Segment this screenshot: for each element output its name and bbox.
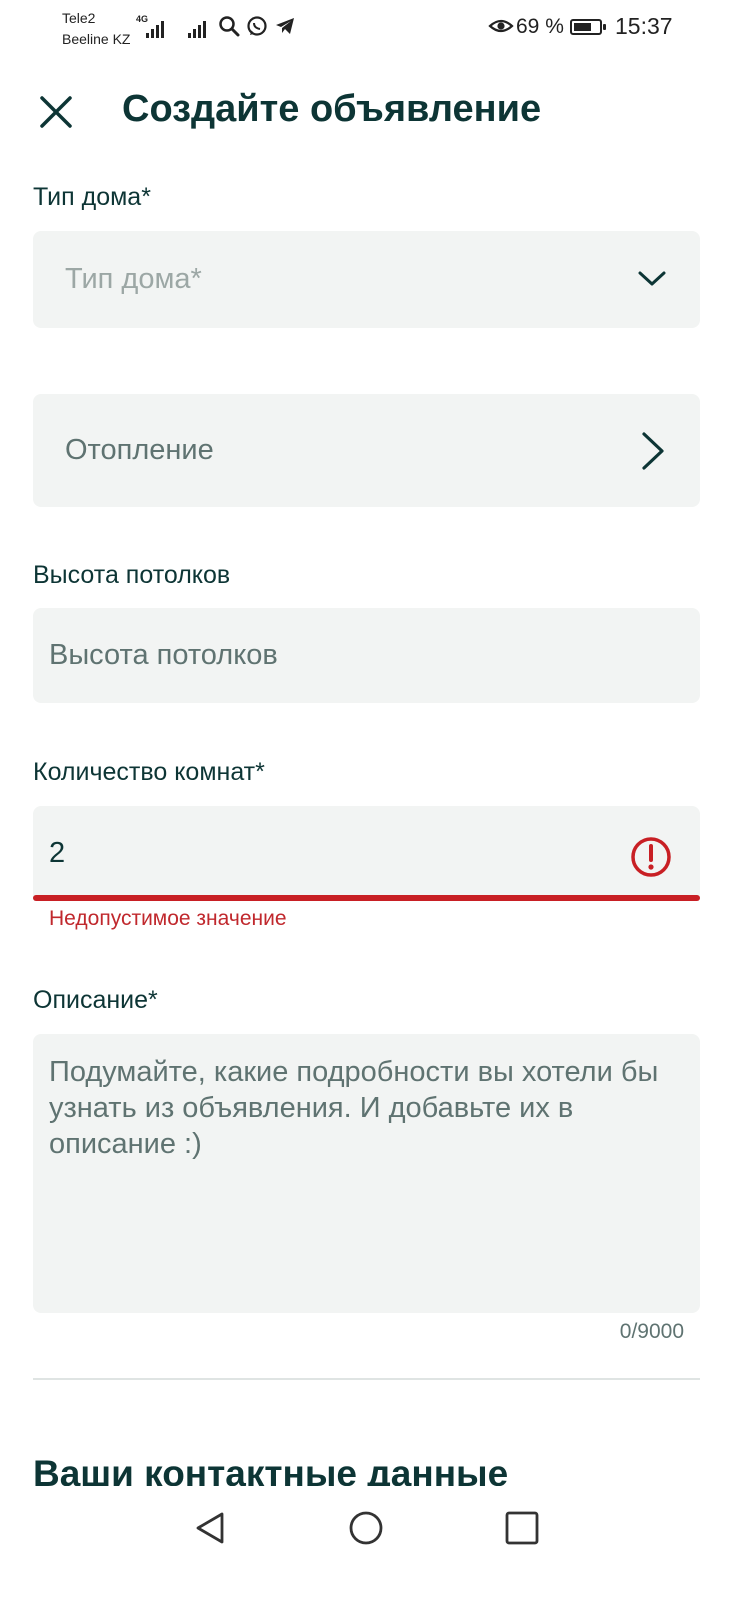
recent-apps-icon[interactable] <box>502 1508 542 1548</box>
telegram-icon <box>276 18 294 34</box>
rooms-value: 2 <box>49 837 66 869</box>
contacts-section-title: Ваши контактные данные <box>33 1453 509 1486</box>
error-icon <box>631 837 671 877</box>
eye-icon <box>488 19 514 33</box>
battery-level <box>574 23 591 31</box>
house-type-placeholder: Тип дома* <box>65 263 202 295</box>
system-nav-bar <box>0 1486 747 1600</box>
search-icon <box>219 16 240 37</box>
heating-row[interactable]: Отопление <box>33 394 700 507</box>
divider <box>33 1378 700 1380</box>
carrier-1: Tele2 <box>62 10 96 26</box>
status-bar: Tele2 Beeline KZ 4G 69 % 15:37 <box>0 0 747 58</box>
battery-icon <box>570 19 606 35</box>
ceiling-height-placeholder: Высота потолков <box>49 639 278 671</box>
chevron-down-icon <box>638 271 666 286</box>
rooms-input[interactable]: 2 <box>33 806 700 900</box>
chevron-right-icon <box>642 432 664 470</box>
heating-label: Отопление <box>65 434 214 466</box>
battery-percent: 69 % <box>516 15 564 38</box>
clock: 15:37 <box>615 13 673 39</box>
description-placeholder: Подумайте, какие подробности вы хотели б… <box>49 1056 659 1160</box>
description-label: Описание* <box>33 986 158 1014</box>
house-type-label: Тип дома* <box>33 183 151 211</box>
ceiling-height-label: Высота потолков <box>33 561 231 589</box>
rooms-label: Количество комнат* <box>33 758 265 786</box>
page-title: Создайте объявление <box>122 88 542 130</box>
rooms-error: Недопустимое значение <box>49 907 287 930</box>
carrier-2: Beeline KZ <box>62 31 131 47</box>
house-type-select[interactable]: Тип дома* <box>33 231 700 328</box>
signal-icon <box>146 18 164 38</box>
error-underline <box>33 895 700 901</box>
home-icon[interactable] <box>346 1508 386 1548</box>
whatsapp-icon <box>247 16 267 36</box>
close-icon[interactable] <box>34 90 78 134</box>
carrier-names: Tele2 Beeline KZ <box>62 8 130 50</box>
back-icon[interactable] <box>191 1508 231 1548</box>
ceiling-height-input[interactable]: Высота потолков <box>33 608 700 703</box>
signal-icon <box>188 18 206 38</box>
description-counter: 0/9000 <box>619 1320 684 1343</box>
